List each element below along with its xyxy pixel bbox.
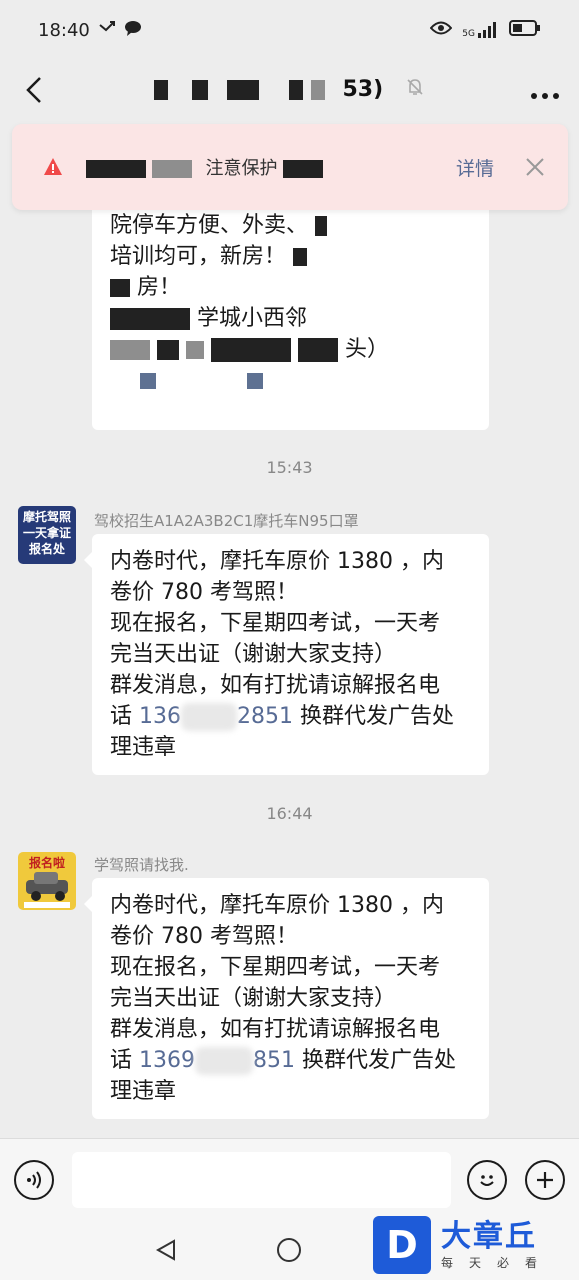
nav-back-triangle-icon[interactable] (154, 1238, 178, 1266)
nav-home-circle-icon[interactable] (276, 1237, 302, 1267)
voice-input-button[interactable] (14, 1159, 54, 1200)
chat-title: 53) (54, 77, 525, 103)
avatar[interactable]: 摩托驾照 一天拿证 报名处 (18, 506, 76, 564)
chat-header: 53) (0, 60, 579, 120)
message-bubble-1[interactable]: 院停车方便、外卖、 培训均可，新房！ 房！ 学城小西邻 头） (92, 190, 489, 430)
message-line: 话 1369 851 换群代发广告处 (110, 1047, 456, 1075)
message-icon (124, 19, 142, 42)
phone-link[interactable]: 136 2851 (139, 703, 293, 731)
brand-watermark: D 大章丘 每天必看 (373, 1212, 573, 1278)
message-line: 现在报名，下星期四考试，一天考 (110, 955, 441, 980)
message-line: 学城小西邻 (110, 303, 471, 334)
safety-notice-banner: 注意保护 详情 (12, 124, 568, 210)
message-line: 完当天出证（谢谢大家支持） (110, 642, 397, 667)
sender-name: 学驾照请找我. (94, 856, 189, 874)
back-button[interactable] (14, 75, 54, 105)
battery-icon (509, 19, 541, 42)
message-timestamp: 16:44 (266, 804, 313, 823)
eye-icon (429, 20, 453, 41)
voice-icon (27, 1170, 41, 1189)
notice-detail-link[interactable]: 详情 (456, 154, 494, 181)
back-arrow-icon (26, 77, 41, 103)
status-time: 18:40 (38, 19, 90, 41)
signal-icon: 5G (462, 21, 499, 39)
sender-name: 驾校招生A1A2A3B2C1摩托车N95口罩 (94, 512, 359, 530)
message-input[interactable] (72, 1151, 451, 1208)
message-line: 卷价 780 考驾照！ (110, 580, 298, 605)
more-dots-icon (531, 92, 559, 99)
message-line: 理违章 (110, 1079, 177, 1104)
avatar[interactable]: 报名啦 (18, 852, 76, 910)
network-label: 5G (462, 29, 475, 39)
brand-slogan: 每天必看 (441, 1255, 554, 1270)
missed-call-icon (98, 19, 116, 42)
member-count: 53) (342, 77, 384, 102)
message-line: 群发消息，如有打扰请谅解报名电 (110, 673, 441, 698)
notice-text: 注意保护 (86, 154, 456, 180)
message-line: 完当天出证（谢谢大家支持） (110, 986, 397, 1011)
message-line: 培训均可，新房！ (110, 241, 471, 272)
message-bubble-2[interactable]: 内卷时代，摩托车原价 1380 ，内 卷价 780 考驾照！ 现在报名，下星期四… (84, 534, 489, 775)
warning-icon (40, 154, 66, 180)
brand-name: 大章丘 (441, 1218, 537, 1254)
plus-icon (537, 1171, 553, 1188)
emoji-button[interactable] (467, 1159, 507, 1200)
message-line (110, 365, 471, 396)
message-input-bar (0, 1138, 579, 1220)
message-line: 院停车方便、外卖、 (110, 210, 471, 241)
message-line: 内卷时代，摩托车原价 1380 ，内 (110, 549, 444, 574)
message-timestamp: 15:43 (266, 458, 313, 477)
mute-bell-icon (405, 77, 425, 103)
message-line: 话 136 2851 换群代发广告处 (110, 703, 454, 731)
message-line: 现在报名，下星期四考试，一天考 (110, 611, 441, 636)
message-line: 群发消息，如有打扰请谅解报名电 (110, 1017, 441, 1042)
message-line: 卷价 780 考驾照！ (110, 924, 298, 949)
emoji-icon (480, 1174, 494, 1186)
message-line: 房！ (110, 272, 471, 303)
message-bubble-3[interactable]: 内卷时代，摩托车原价 1380 ，内 卷价 780 考驾照！ 现在报名，下星期四… (84, 878, 489, 1119)
more-options-button[interactable] (525, 74, 565, 107)
phone-link[interactable]: 1369 851 (139, 1047, 295, 1075)
message-line: 理违章 (110, 735, 177, 760)
brand-logo: D (373, 1216, 431, 1274)
chat-area[interactable]: 院停车方便、外卖、 培训均可，新房！ 房！ 学城小西邻 头） 15:43 摩托驾… (0, 120, 579, 1138)
message-line: 头） (110, 334, 471, 365)
more-functions-button[interactable] (525, 1159, 565, 1200)
status-bar: 18:40 5G (0, 0, 579, 60)
message-line: 内卷时代，摩托车原价 1380 ，内 (110, 893, 444, 918)
close-icon[interactable] (524, 156, 546, 178)
